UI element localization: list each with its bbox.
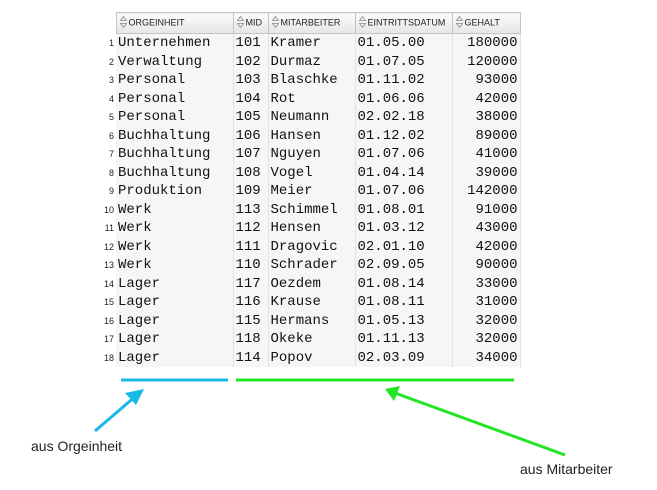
orgeinheit-arrow-line — [94, 393, 138, 433]
orgeinheit-annotation: aus Orgeinheit — [31, 438, 123, 454]
annotation-overlay — [94, 378, 566, 457]
mitarbeiter-arrow-line — [394, 391, 566, 457]
mitarbeiter-annotation: aus Mitarbeiter — [520, 461, 613, 477]
